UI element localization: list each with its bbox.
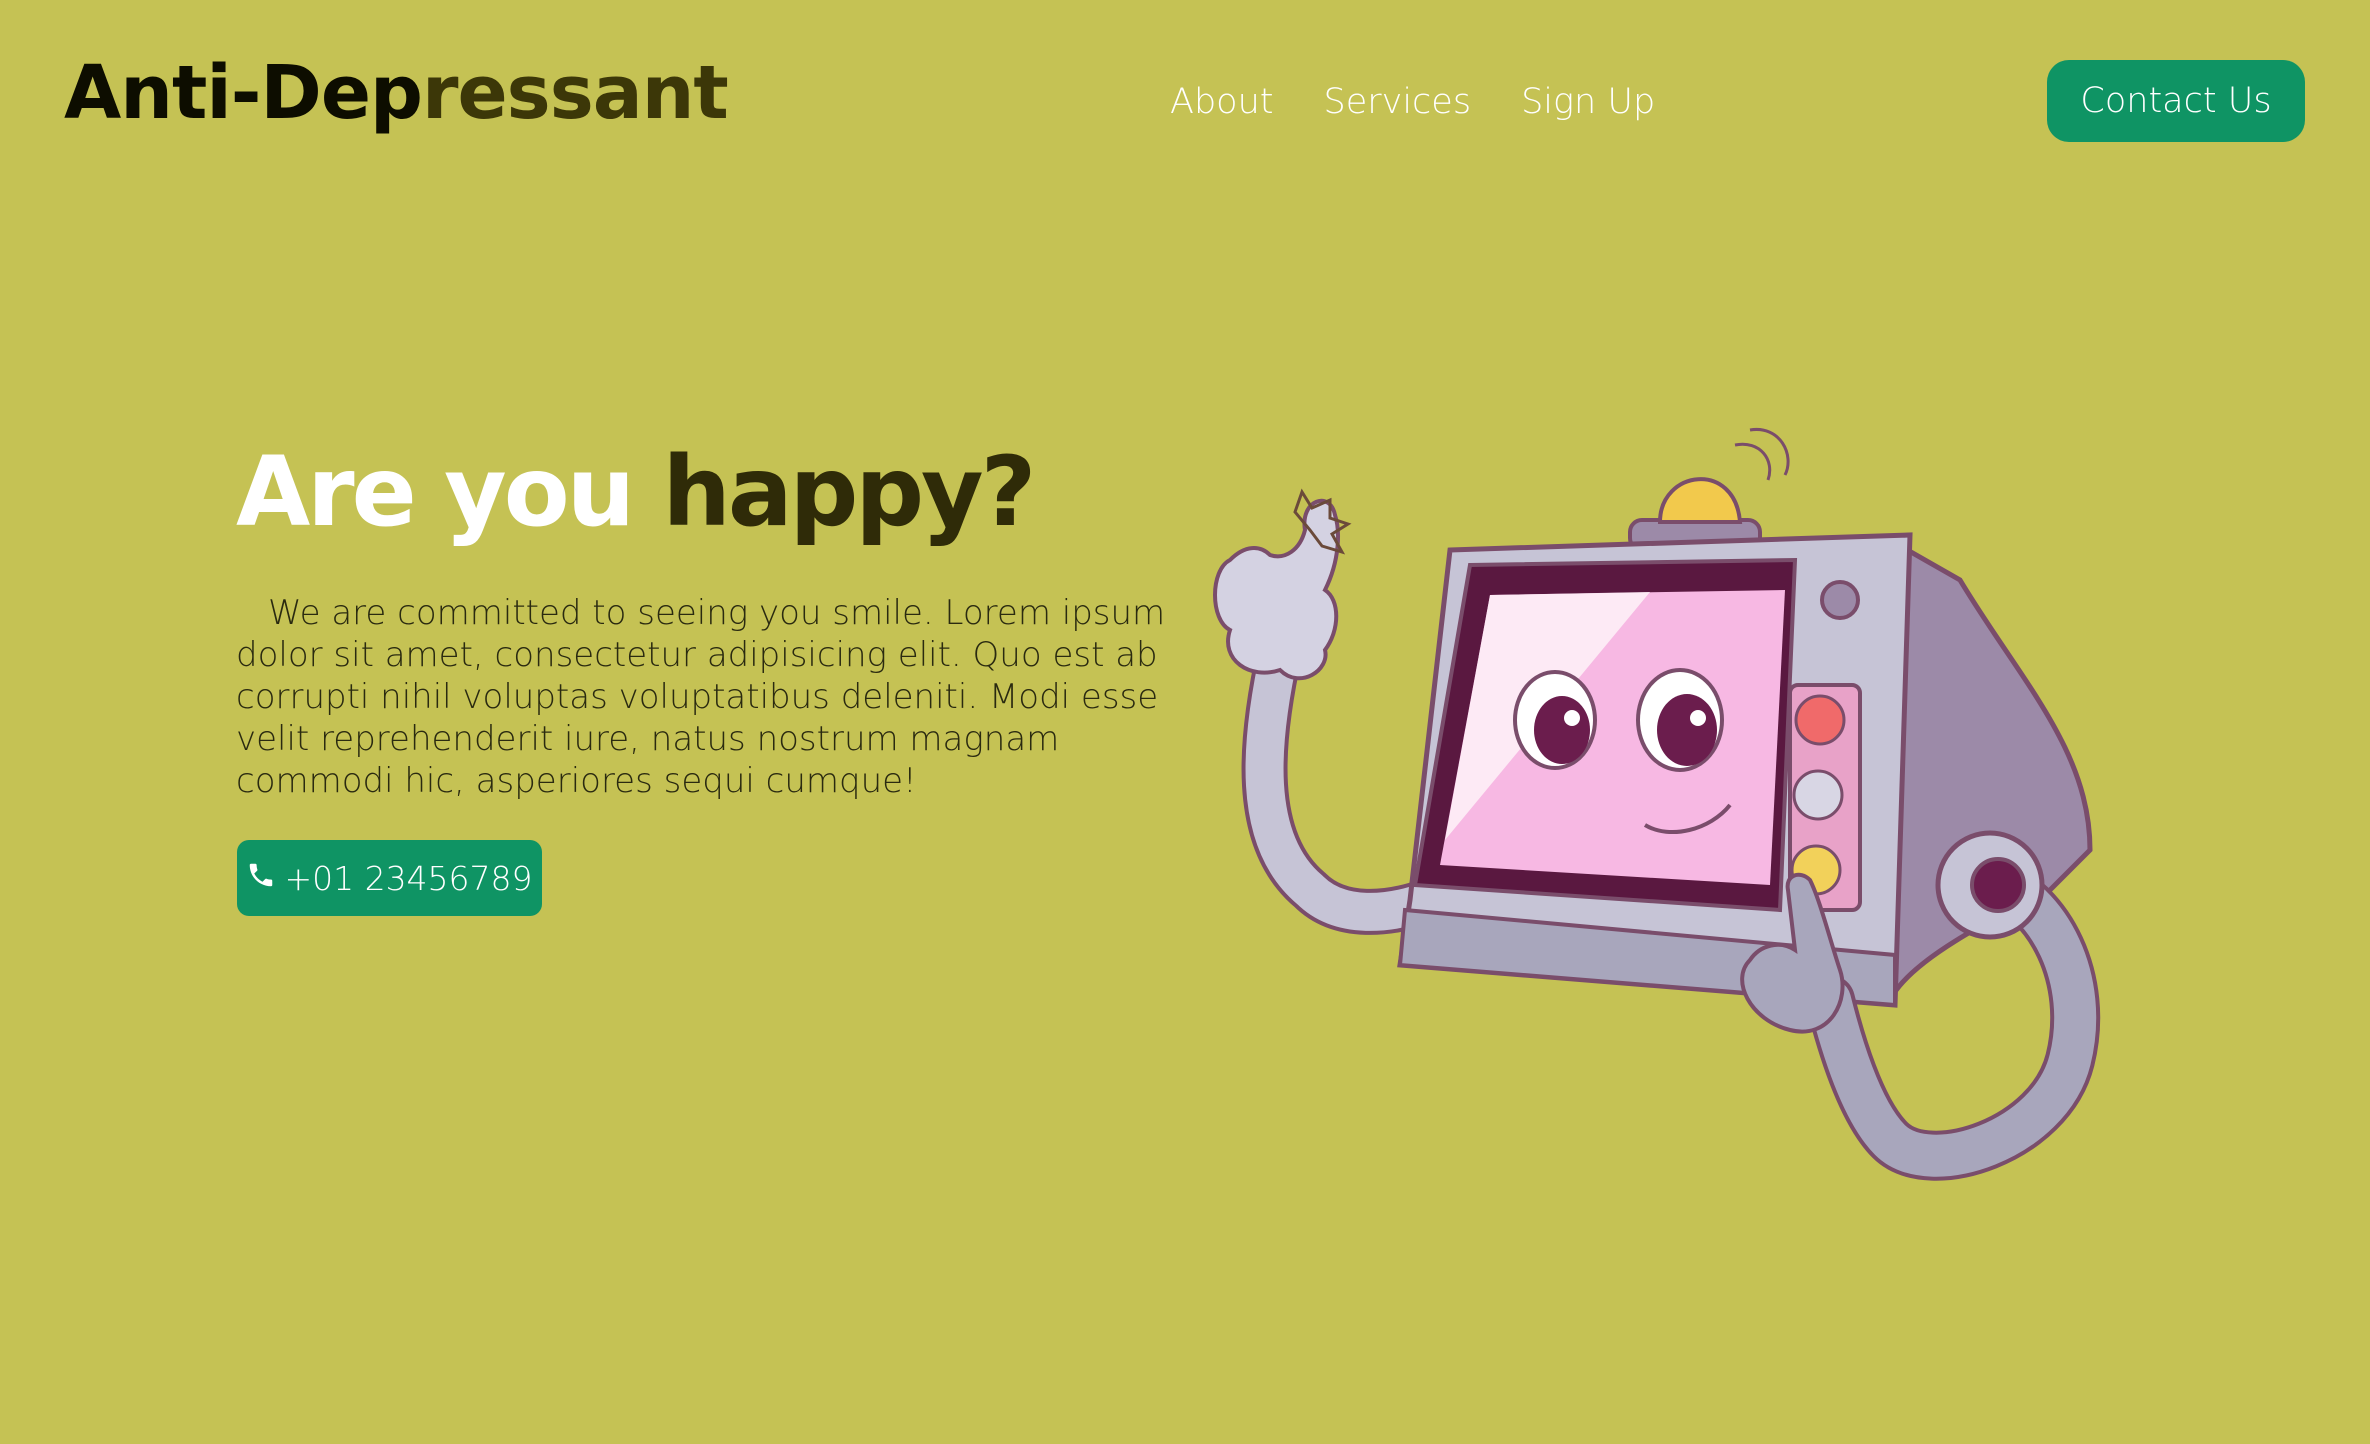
- tv-screen: [1412, 557, 1798, 913]
- hero-title-dark: happy?: [662, 436, 1036, 548]
- brand-logo[interactable]: Anti-Depressant: [64, 56, 729, 130]
- hero-title: Are you happy?: [236, 439, 1036, 546]
- phone-number: +01 23456789: [284, 858, 533, 898]
- contact-us-button[interactable]: Contact Us: [2047, 60, 2305, 142]
- hero-title-light: Are you: [236, 436, 663, 548]
- nav-services[interactable]: Services: [1323, 78, 1471, 126]
- phone-icon: [246, 859, 276, 898]
- brand-logo-part1: Anti-Dep: [64, 50, 423, 136]
- alarm-bulb: [1628, 428, 1790, 552]
- retro-tv-robot-illustration: [1213, 428, 2101, 1181]
- nav-about[interactable]: About: [1170, 78, 1273, 126]
- main-nav: About Services Sign Up: [1170, 78, 1655, 126]
- phone-button[interactable]: +01 23456789: [237, 840, 542, 916]
- brand-logo-part2: ressant: [422, 50, 729, 136]
- nav-sign-up[interactable]: Sign Up: [1521, 78, 1655, 126]
- hero-description: We are committed to seeing you smile. Lo…: [236, 593, 1166, 801]
- thumbs-up-hand: [1213, 498, 1340, 681]
